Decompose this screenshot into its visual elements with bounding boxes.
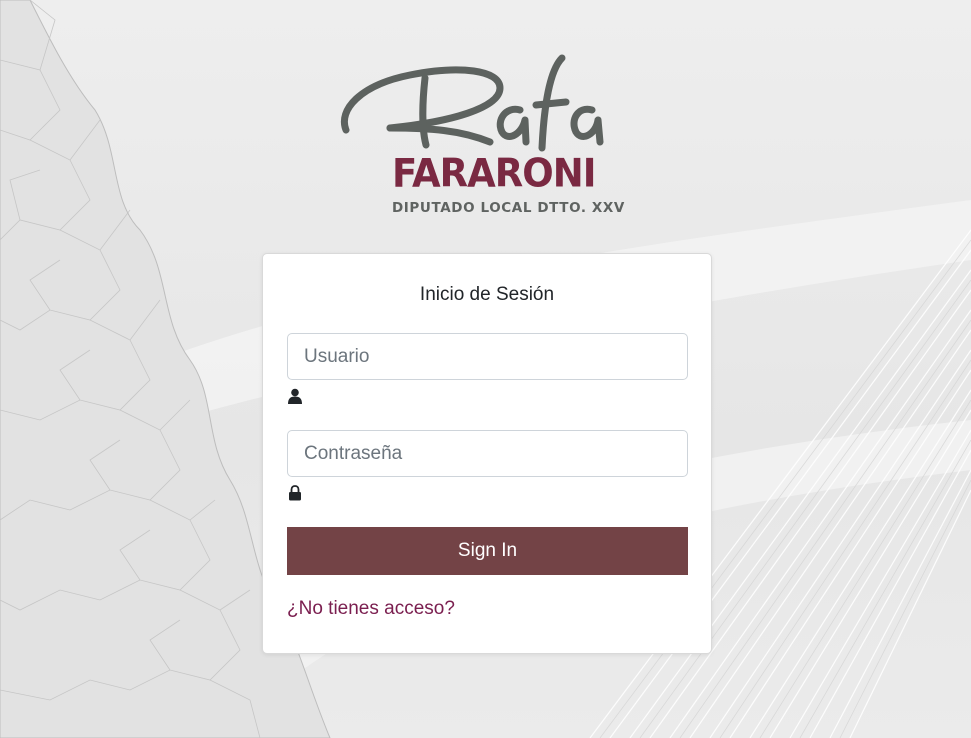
logo-script-signature (341, 54, 604, 152)
password-input[interactable] (287, 430, 688, 477)
lock-icon (289, 485, 301, 501)
brand-logo: FARARONI DIPUTADO LOCAL DTTO. XXV (330, 50, 630, 220)
logo-subtitle: DIPUTADO LOCAL DTTO. XXV (392, 200, 625, 216)
login-card: Inicio de Sesión Sign In ¿No tienes acce… (262, 253, 712, 654)
username-input[interactable] (287, 333, 688, 380)
login-title: Inicio de Sesión (419, 284, 555, 305)
logo-name-text: FARARONI (392, 150, 596, 196)
user-icon (288, 388, 302, 404)
no-access-link[interactable]: ¿No tienes acceso? (287, 598, 455, 620)
sign-in-button[interactable]: Sign In (287, 527, 688, 575)
